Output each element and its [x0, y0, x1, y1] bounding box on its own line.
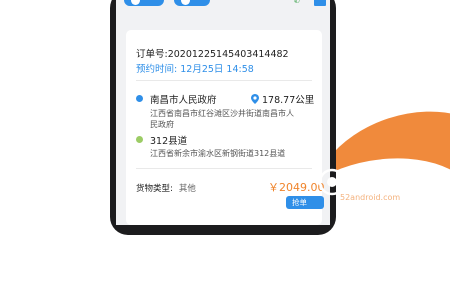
grab-order-button[interactable]: 抢单 [286, 196, 324, 209]
destination-dot-icon [136, 136, 143, 143]
location-pin-icon [251, 94, 259, 104]
order-card[interactable]: 订单号:20201225145403414482 预约时间: 12月25日 14… [126, 30, 325, 225]
distance: 178.77公里 [251, 92, 314, 106]
origin-address: 江西省南昌市红谷滩区沙井街道南昌市人民政府 [150, 109, 294, 129]
cargo-type: 货物类型: 其他 [136, 182, 196, 194]
mail-icon[interactable] [314, 0, 326, 6]
divider [136, 168, 312, 169]
order-number-label: 订单号: [136, 49, 168, 60]
watermark-url: 52android.com [340, 193, 401, 202]
appointment-label: 预约时间: [136, 64, 178, 75]
cargo-type-value: 其他 [178, 184, 196, 194]
cargo-type-label: 货物类型: [136, 184, 173, 194]
mode-toggle[interactable] [174, 0, 210, 6]
destination-name: 312县道 [150, 136, 188, 147]
order-number-value: 20201225145403414482 [167, 49, 289, 60]
origin-dot-icon [136, 95, 143, 102]
price: ￥2049.00 [268, 181, 325, 194]
order-number: 订单号:20201225145403414482 [136, 46, 289, 60]
watermark-logo-icon [318, 168, 346, 196]
appointment-value: 12月25日 14:58 [180, 64, 254, 75]
destination-address: 江西省新余市渝水区新钢街道312县道 [150, 149, 286, 158]
appointment-time: 预约时间: 12月25日 14:58 [136, 61, 254, 75]
divider [136, 80, 312, 81]
top-bar: ✆ [116, 0, 330, 12]
watermark-text: 我爱安卓 [350, 171, 422, 191]
status-toggle[interactable] [124, 0, 164, 6]
distance-value: 178.77公里 [262, 95, 315, 106]
origin-name: 南昌市人民政府 [150, 95, 217, 106]
phone-icon[interactable]: ✆ [294, 0, 300, 5]
app-screen: ✆ 订单号:20201225145403414482 预约时间: 12月25日 … [116, 0, 330, 225]
